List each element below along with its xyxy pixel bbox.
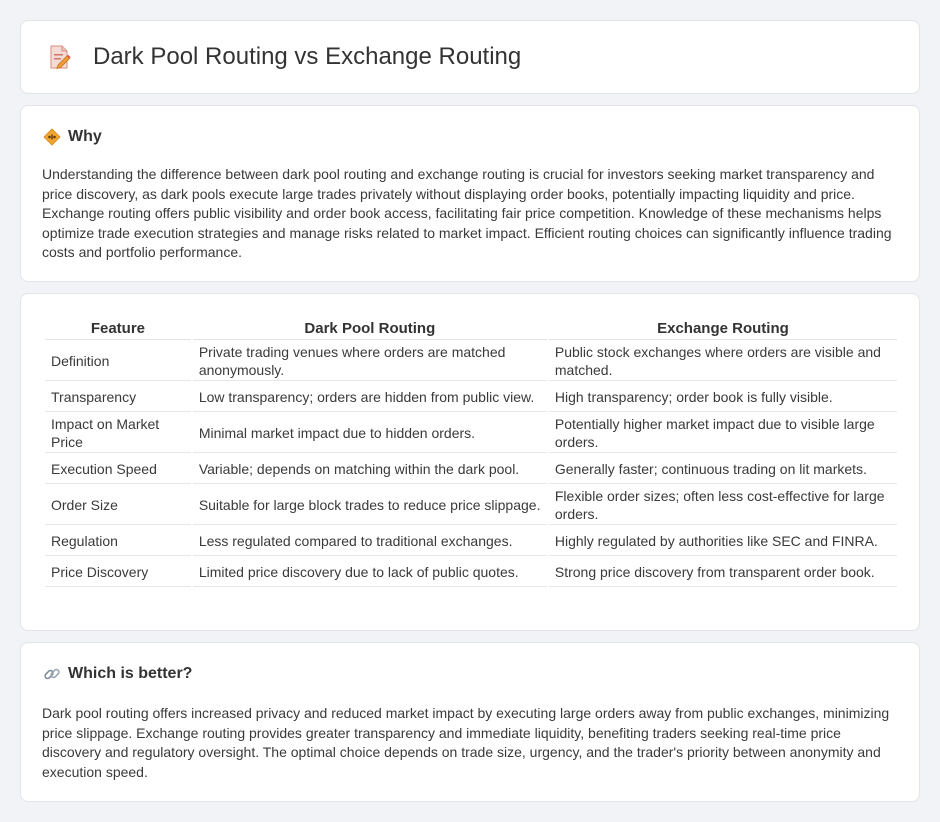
why-card: Why Understanding the difference between… <box>20 105 920 282</box>
table-row: Price Discovery Limited price discovery … <box>45 558 897 587</box>
feature-cell: Price Discovery <box>45 558 191 587</box>
feature-cell: Order Size <box>45 486 191 525</box>
dark-pool-cell: Minimal market impact due to hidden orde… <box>192 414 547 453</box>
header-exchange: Exchange Routing <box>548 316 897 340</box>
table-row: Order Size Suitable for large block trad… <box>45 486 897 525</box>
exchange-cell: Highly regulated by authorities like SEC… <box>548 527 897 556</box>
header-dark-pool: Dark Pool Routing <box>192 316 547 340</box>
title-row: Dark Pool Routing vs Exchange Routing <box>45 43 521 71</box>
better-heading-row: Which is better? <box>43 665 192 683</box>
exchange-cell: Potentially higher market impact due to … <box>548 414 897 453</box>
table-row: Regulation Less regulated compared to tr… <box>45 527 897 556</box>
dark-pool-cell: Private trading venues where orders are … <box>192 342 547 381</box>
feature-cell: Regulation <box>45 527 191 556</box>
better-paragraph: Dark pool routing offers increased priva… <box>42 705 890 780</box>
diamond-sign-icon <box>43 128 61 146</box>
exchange-cell: Strong price discovery from transparent … <box>548 558 897 587</box>
table-row: Transparency Low transparency; orders ar… <box>45 383 897 412</box>
dark-pool-cell: Less regulated compared to traditional e… <box>192 527 547 556</box>
document-pen-icon <box>45 43 73 71</box>
better-card: Which is better? Dark pool routing offer… <box>20 642 920 802</box>
feature-cell: Impact on Market Price <box>45 414 191 453</box>
link-icon <box>43 665 61 683</box>
comparison-card: Feature Dark Pool Routing Exchange Routi… <box>20 293 920 631</box>
table-row: Execution Speed Variable; depends on mat… <box>45 455 897 484</box>
table-row: Definition Private trading venues where … <box>45 342 897 381</box>
why-paragraph: Understanding the difference between dar… <box>42 166 892 260</box>
why-heading-row: Why <box>43 128 102 146</box>
exchange-cell: High transparency; order book is fully v… <box>548 383 897 412</box>
dark-pool-cell: Suitable for large block trades to reduc… <box>192 486 547 525</box>
feature-cell: Definition <box>45 342 191 381</box>
page-title: Dark Pool Routing vs Exchange Routing <box>93 43 522 70</box>
header-feature: Feature <box>45 316 191 340</box>
dark-pool-cell: Variable; depends on matching within the… <box>192 455 547 484</box>
feature-cell: Transparency <box>45 383 191 412</box>
title-card: Dark Pool Routing vs Exchange Routing <box>20 20 920 94</box>
better-heading: Which is better? <box>68 665 193 682</box>
table-row: Impact on Market Price Minimal market im… <box>45 414 897 453</box>
table-header-row: Feature Dark Pool Routing Exchange Routi… <box>45 316 897 340</box>
exchange-cell: Flexible order sizes; often less cost-ef… <box>548 486 897 525</box>
feature-cell: Execution Speed <box>45 455 191 484</box>
comparison-table: Feature Dark Pool Routing Exchange Routi… <box>43 314 899 589</box>
exchange-cell: Public stock exchanges where orders are … <box>548 342 897 381</box>
dark-pool-cell: Low transparency; orders are hidden from… <box>192 383 547 412</box>
dark-pool-cell: Limited price discovery due to lack of p… <box>192 558 547 587</box>
why-heading: Why <box>68 128 102 145</box>
exchange-cell: Generally faster; continuous trading on … <box>548 455 897 484</box>
